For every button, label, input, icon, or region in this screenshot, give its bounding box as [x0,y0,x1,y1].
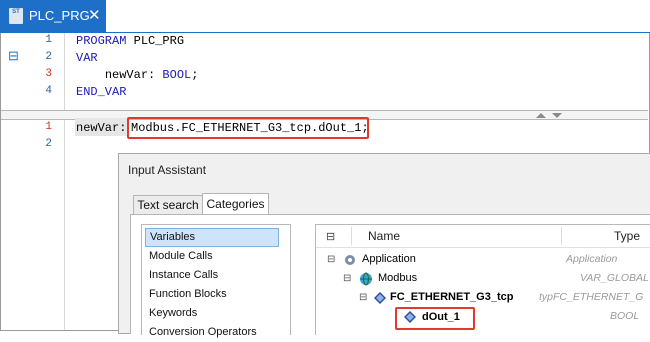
line-number-changed: 3 [45,68,52,80]
category-item-function-blocks[interactable]: Function Blocks [145,285,277,304]
category-item-variables[interactable]: Variables [145,228,279,247]
fold-toggle-icon[interactable]: ⊟ [8,48,19,64]
tree-header: ⊟ Name Type [316,225,650,248]
tab-label: PLC_PRG [29,8,90,23]
line-number: 2 [45,51,52,63]
category-item-keywords[interactable]: Keywords [145,304,277,323]
tree-item-name: FC_ETHERNET_G3_tcp [390,291,514,303]
line-number: 1 [45,34,52,46]
gutter-divider [64,33,65,330]
tree-row[interactable]: ⊟ Application Application [316,250,650,269]
collapse-icon[interactable]: ⊟ [359,288,367,307]
tree-item-name: Modbus [378,272,418,284]
collapse-all-icon[interactable]: ⊟ [326,230,335,243]
category-item-conversion-operators[interactable]: Conversion Operators [145,323,277,342]
tree-row[interactable]: ⊟ Modbus VAR_GLOBAL [316,269,650,288]
tree-item-type: typFC_ETHERNET_G [539,291,644,303]
tree-item-type: VAR_GLOBAL [580,272,649,284]
code-line[interactable]: PROGRAM PLC_PRG [76,34,184,48]
tree-item-name: dOut_1 [422,311,460,323]
line-number: 2 [45,138,52,150]
code-line[interactable]: newVar: BOOL; [76,68,199,82]
assignment-target[interactable]: newVar: [76,121,126,135]
category-item-instance-calls[interactable]: Instance Calls [145,266,277,285]
code-line[interactable]: END_VAR [76,85,126,99]
variable-tree: ⊟ Name Type ⊟ Application Application ⊟ [315,224,650,335]
tab-categories[interactable]: Categories [202,193,269,215]
dialog-title: Input Assistant [128,163,207,177]
tab-text-search[interactable]: Text search [133,195,203,215]
tree-item-type: BOOL [610,310,640,322]
variable-diamond-icon [404,311,416,323]
application-gear-icon [345,255,355,265]
tree-row-selected[interactable]: dOut_1 BOOL [316,307,650,330]
expression-input[interactable]: Modbus.FC_ETHERNET_G3_tcp.dOut_1; [127,117,369,139]
close-icon[interactable]: ✕ [88,6,101,24]
category-list: Variables Module Calls Instance Calls Fu… [141,224,291,338]
column-divider [351,227,352,245]
collapse-icon[interactable]: ⊟ [343,269,351,288]
categories-panel: Variables Module Calls Instance Calls Fu… [130,214,650,338]
line-number: 4 [45,85,52,97]
structured-text-file-icon: ST [9,8,23,24]
variable-diamond-icon [374,292,386,304]
tree-item-name: Application [362,253,416,265]
category-item-module-calls[interactable]: Module Calls [145,247,277,266]
tree-item-type: Application [566,253,618,265]
splitter-arrows-icon[interactable] [534,111,574,119]
code-line[interactable]: VAR [76,51,98,65]
line-number-changed: 1 [45,121,52,133]
collapse-icon[interactable]: ⊟ [327,250,335,269]
globe-icon [360,272,372,286]
column-header-name[interactable]: Name [368,229,400,243]
tab-plc-prg[interactable]: ST PLC_PRG ✕ [0,0,106,32]
input-assistant-dialog: Input Assistant Text search Categories V… [118,153,650,338]
column-divider [561,227,562,245]
column-header-type[interactable]: Type [614,229,640,243]
tree-row[interactable]: ⊟ FC_ETHERNET_G3_tcp typFC_ETHERNET_G [316,288,650,307]
